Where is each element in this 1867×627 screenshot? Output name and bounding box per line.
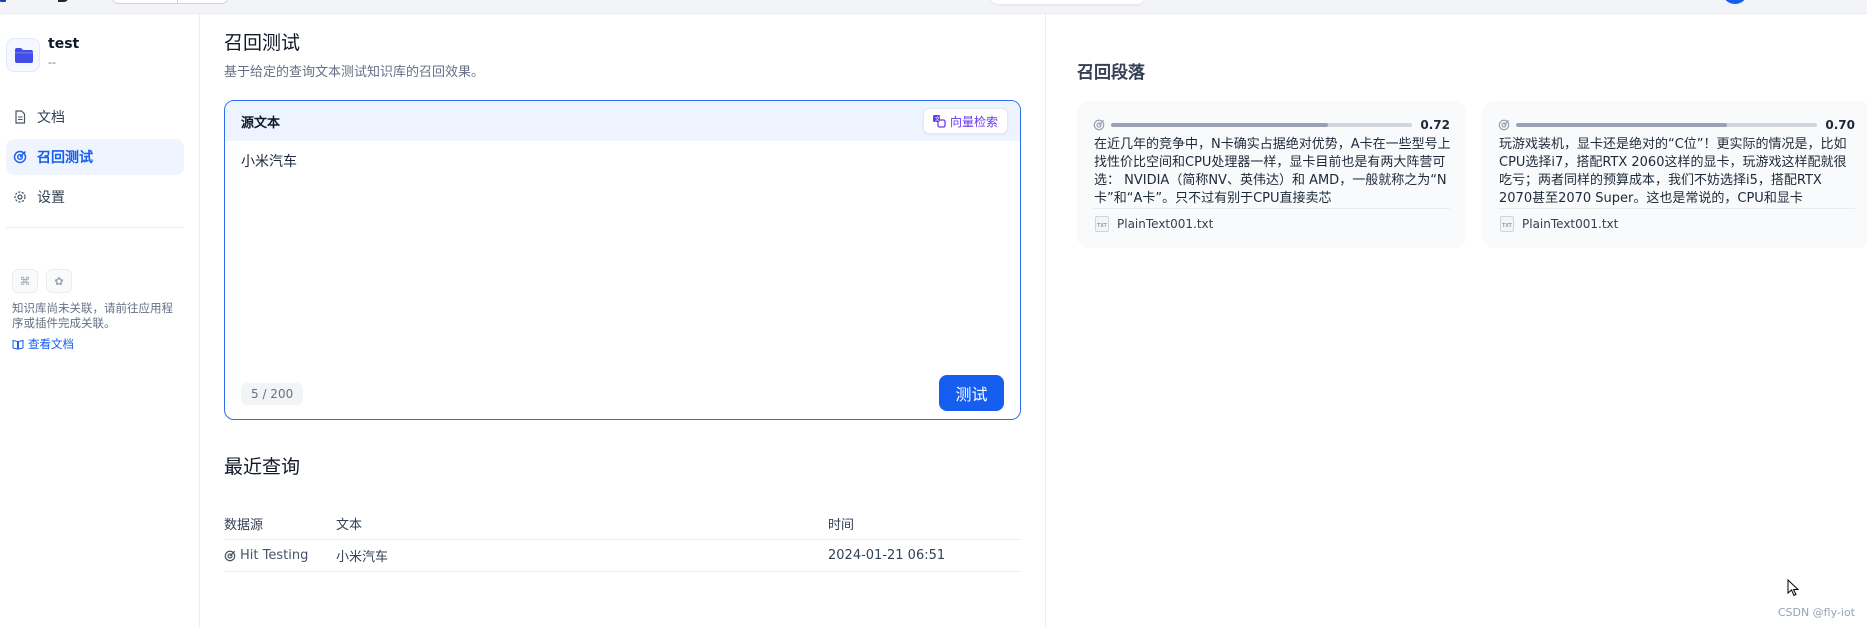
segment-content: 在近几年的竞争中，N卡确实占据绝对优势，A卡在一些型号上找性价比空间和CPU处理… <box>1094 137 1451 206</box>
score-row: 0.72 <box>1093 118 1450 132</box>
top-nav-tabs[interactable] <box>112 0 228 4</box>
sidebar-item-documents[interactable]: 文档 <box>6 99 184 135</box>
target-icon <box>1093 119 1105 131</box>
dataset-description: -- <box>48 56 56 69</box>
watermark: CSDN @fly-iot <box>1777 606 1855 619</box>
target-icon <box>1498 119 1510 131</box>
query-textarea[interactable]: 小米汽车 <box>241 151 297 171</box>
table-row[interactable]: Hit Testing 小米汽车 2024-01-21 06:51 <box>224 540 1021 572</box>
table-header: 数据源 文本 时间 <box>224 508 1021 540</box>
score-bar <box>1111 123 1413 127</box>
retrieval-method-button[interactable]: 文 向量检索 <box>922 108 1008 134</box>
segment-content: 玩游戏装机，显卡还是绝对的“C位”！更实际的情况是，比如CPU选择i7，搭配RT… <box>1499 137 1847 206</box>
retrieval-method-label: 向量检索 <box>949 114 998 129</box>
svg-text:文: 文 <box>935 115 941 123</box>
score-bar-fill <box>1516 123 1727 127</box>
results-title: 召回段落 <box>1077 63 1145 83</box>
top-bar <box>0 0 1867 14</box>
gear-icon <box>13 190 27 204</box>
sidebar-item-hit-testing[interactable]: 召回测试 <box>6 139 184 175</box>
score-bar-fill <box>1111 123 1328 127</box>
dataset-name: test <box>48 36 80 52</box>
sidebar-item-settings[interactable]: 设置 <box>6 179 184 215</box>
document-icon <box>13 110 27 124</box>
user-avatar[interactable] <box>1722 0 1748 4</box>
column-header-text: 文本 <box>336 518 363 533</box>
recent-queries-table: 数据源 文本 时间 Hit Testing 小米汽车 2024-01-21 06… <box>224 508 1021 572</box>
result-card[interactable]: 0.70 玩游戏装机，显卡还是绝对的“C位”！更实际的情况是，比如CPU选择i7… <box>1482 101 1867 248</box>
sidebar-item-label: 召回测试 <box>37 150 93 166</box>
test-button[interactable]: 测试 <box>939 375 1004 411</box>
results-panel: 召回段落 0.72 在近几年的竞争中，N卡确实占据绝对优势，A卡在一些型号上找性… <box>1045 14 1867 627</box>
app-logo[interactable] <box>0 0 70 4</box>
row-source-label: Hit Testing <box>240 548 309 563</box>
score-bar <box>1516 123 1818 127</box>
mouse-cursor-icon <box>1787 578 1800 601</box>
score-value: 0.72 <box>1420 118 1450 132</box>
view-docs-link[interactable]: 查看文档 <box>12 336 182 352</box>
association-icons: ⌘ ✿ <box>12 269 182 293</box>
txt-file-icon: TXT <box>1500 216 1514 232</box>
app-icon: ⌘ <box>12 269 38 293</box>
vector-search-icon: 文 <box>932 114 946 128</box>
file-name: PlainText001.txt <box>1522 217 1619 231</box>
row-time: 2024-01-21 06:51 <box>828 548 946 563</box>
page-description: 基于给定的查询文本测试知识库的召回效果。 <box>224 65 485 80</box>
column-header-time: 时间 <box>828 518 855 533</box>
target-icon <box>13 150 27 164</box>
plugin-icon: ✿ <box>46 269 72 293</box>
view-docs-label: 查看文档 <box>28 337 74 351</box>
txt-file-icon: TXT <box>1095 216 1109 232</box>
row-text: 小米汽车 <box>336 550 389 565</box>
score-row: 0.70 <box>1498 118 1855 132</box>
page-title: 召回测试 <box>224 32 301 54</box>
recent-queries-title: 最近查询 <box>224 456 301 478</box>
sidebar-nav: 文档 召回测试 设置 <box>6 99 184 219</box>
row-source: Hit Testing <box>224 548 336 563</box>
sidebar-item-label: 文档 <box>37 110 65 126</box>
sidebar-item-label: 设置 <box>37 190 65 206</box>
source-text-header: 源文本 文 向量检索 <box>225 101 1020 141</box>
card-divider <box>1498 208 1855 209</box>
source-text-title: 源文本 <box>241 116 281 131</box>
segment-source-file[interactable]: TXT PlainText001.txt <box>1095 216 1213 232</box>
association-notice: ⌘ ✿ 知识库尚未关联，请前往应用程序或插件完成关联。 查看文档 <box>12 269 182 352</box>
main-panel: 召回测试 基于给定的查询文本测试知识库的召回效果。 源文本 文 向量检索 小米汽… <box>200 14 1045 627</box>
association-message: 知识库尚未关联，请前往应用程序或插件完成关联。 <box>12 301 173 330</box>
result-card[interactable]: 0.72 在近几年的竞争中，N卡确实占据绝对优势，A卡在一些型号上找性价比空间和… <box>1077 101 1466 248</box>
target-icon <box>224 550 236 562</box>
segment-source-file[interactable]: TXT PlainText001.txt <box>1500 216 1618 232</box>
top-search[interactable] <box>990 0 1145 4</box>
column-header-source: 数据源 <box>224 518 264 533</box>
source-text-panel: 源文本 文 向量检索 小米汽车 5 / 200 测试 <box>224 100 1021 420</box>
char-count-badge: 5 / 200 <box>241 383 304 405</box>
folder-icon <box>6 38 40 72</box>
file-name: PlainText001.txt <box>1117 217 1214 231</box>
dataset-header: test -- <box>6 34 196 78</box>
sidebar-divider <box>6 227 184 228</box>
score-value: 0.70 <box>1825 118 1855 132</box>
book-icon <box>12 339 24 350</box>
card-divider <box>1093 208 1450 209</box>
sidebar: test -- 文档 召回测试 设置 ⌘ ✿ 知识库尚未关联，请前往应用程序或插… <box>0 14 200 627</box>
